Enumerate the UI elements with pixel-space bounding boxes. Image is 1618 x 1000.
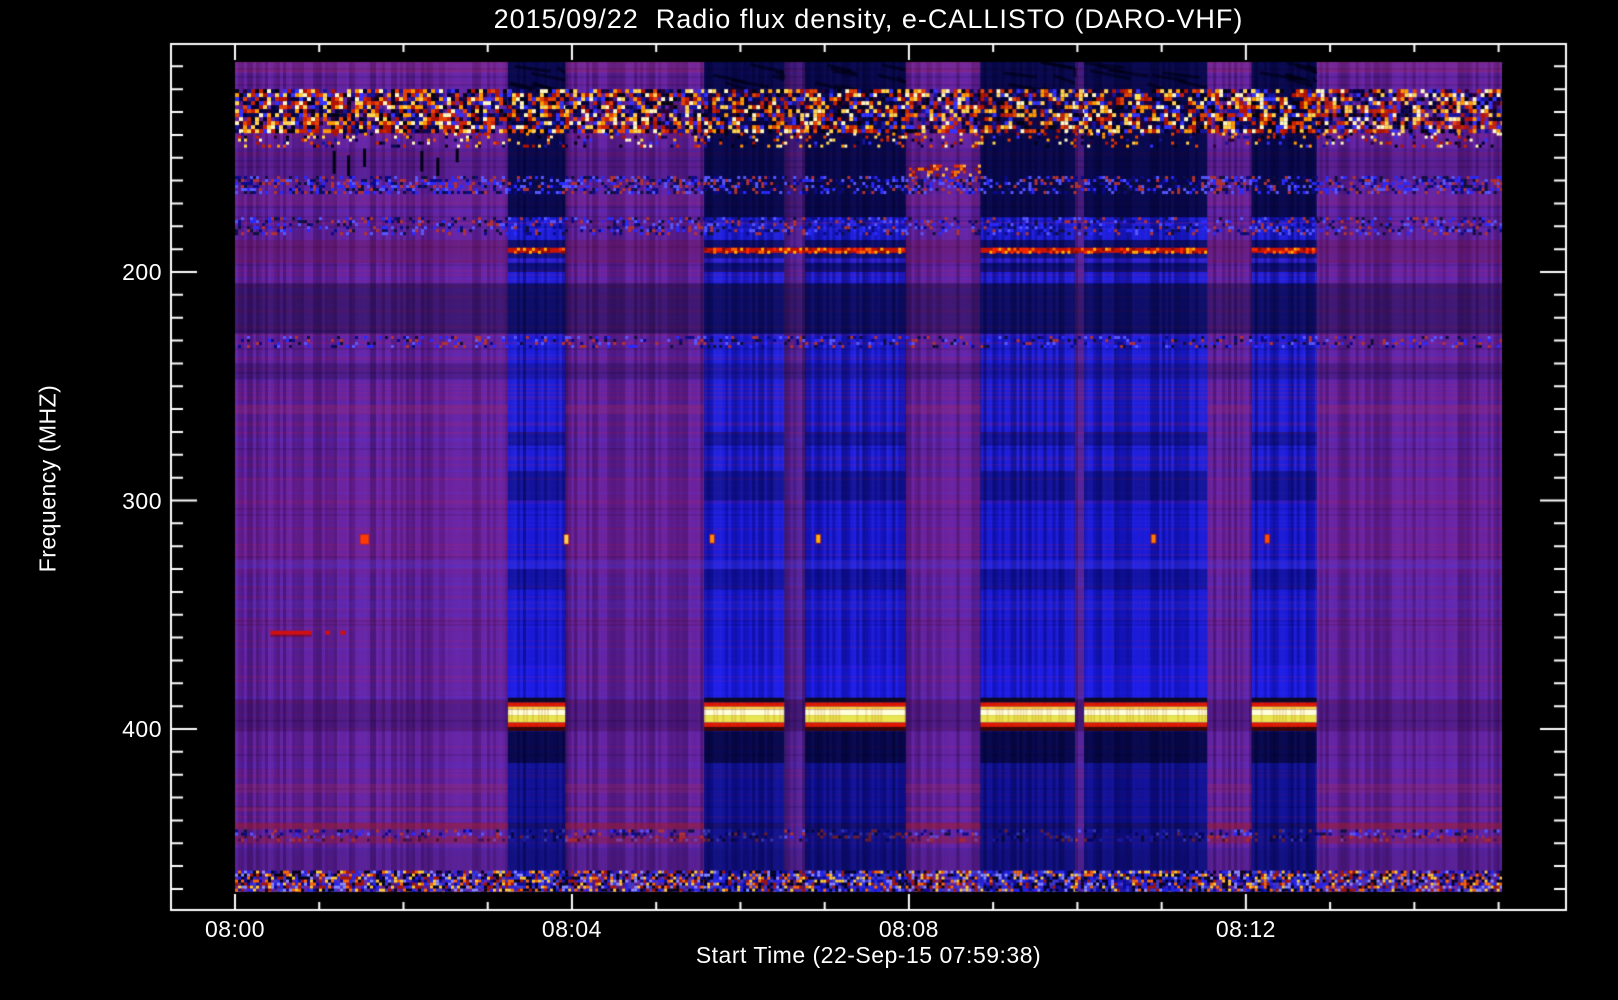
chart-title: 2015/09/22 Radio flux density, e-CALLIST… (493, 4, 1244, 34)
y-tick-label: 200 (122, 259, 162, 285)
spectrogram-page: 2015/09/22 Radio flux density, e-CALLIST… (0, 0, 1618, 1000)
x-axis-label: Start Time (22-Sep-15 07:59:38) (695, 942, 1042, 968)
y-tick-label: 300 (122, 487, 162, 514)
x-tick-label: 08:00 (204, 916, 266, 942)
x-tick-label: 08:08 (878, 916, 939, 942)
y-tick-label: 400 (122, 716, 162, 742)
spectrogram-canvas (0, 0, 1618, 1000)
x-tick-label: 08:04 (541, 916, 602, 942)
x-tick-label: 08:12 (1215, 916, 1276, 942)
